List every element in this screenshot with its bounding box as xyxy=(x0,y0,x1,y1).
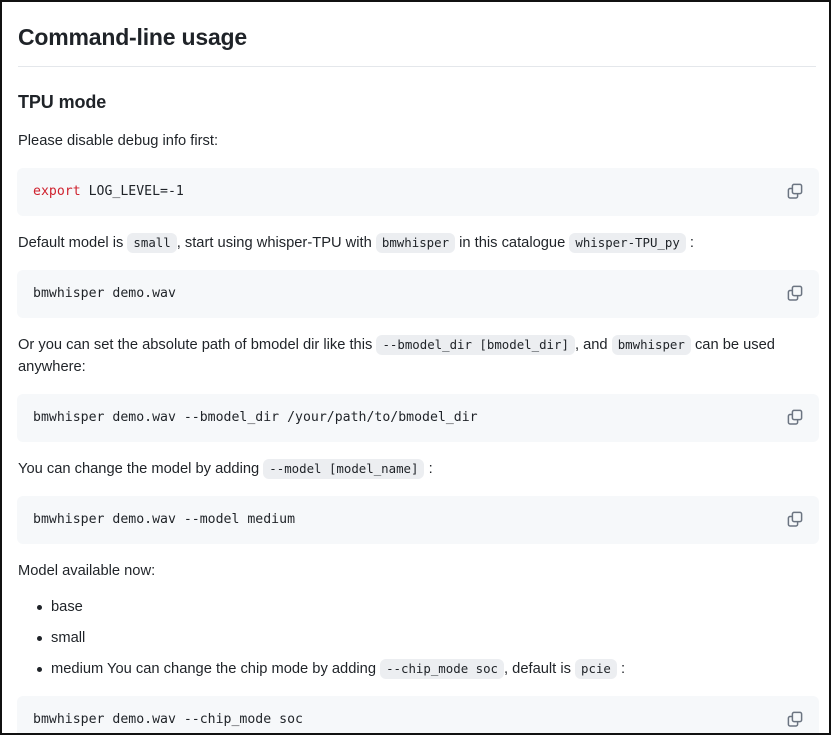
code-keyword: export xyxy=(33,184,81,199)
list-item: medium You can change the chip mode by a… xyxy=(37,658,816,680)
code-rest: LOG_LEVEL=-1 xyxy=(80,184,184,199)
code-text: bmwhisper demo.wav xyxy=(33,284,773,304)
copy-icon xyxy=(787,183,803,199)
copy-icon xyxy=(787,409,803,425)
copy-icon xyxy=(787,511,803,527)
copy-button[interactable] xyxy=(782,404,808,430)
code-block-bmwhisper-model-medium: bmwhisper demo.wav --model medium xyxy=(17,496,819,544)
paragraph-text: Please disable debug info first: xyxy=(18,133,219,149)
list-item-label-b: , default is xyxy=(504,661,571,677)
paragraph-change-model: You can change the model by adding --mod… xyxy=(18,458,808,480)
document-page: Command-line usage TPU mode Please disab… xyxy=(0,0,831,735)
code-rest: bmwhisper demo.wav --chip_mode soc xyxy=(33,712,303,727)
document-content: Command-line usage TPU mode Please disab… xyxy=(2,2,829,733)
code-text: bmwhisper demo.wav --chip_mode soc xyxy=(33,710,773,730)
code-rest: bmwhisper demo.wav --bmodel_dir /your/pa… xyxy=(33,410,478,425)
paragraph-text-c: in this catalogue xyxy=(459,235,566,251)
copy-icon xyxy=(787,711,803,727)
paragraph-default-model: Default model is small, start using whis… xyxy=(18,232,808,254)
code-text: bmwhisper demo.wav --model medium xyxy=(33,510,773,530)
copy-button[interactable] xyxy=(782,706,808,732)
inline-code-whisper-tpu-py: whisper-TPU_py xyxy=(569,233,686,253)
inline-code-bmodel-dir: --bmodel_dir [bmodel_dir] xyxy=(376,335,575,355)
code-block-bmwhisper-bmodel-dir: bmwhisper demo.wav --bmodel_dir /your/pa… xyxy=(17,394,819,442)
copy-button[interactable] xyxy=(782,178,808,204)
code-rest: bmwhisper demo.wav --model medium xyxy=(33,512,296,527)
paragraph-absolute-path: Or you can set the absolute path of bmod… xyxy=(18,334,808,378)
code-text: bmwhisper demo.wav --bmodel_dir /your/pa… xyxy=(33,408,773,428)
paragraph-text-b: , and xyxy=(574,337,608,353)
paragraph-text-a: Or you can set the absolute path of bmod… xyxy=(18,337,373,353)
list-item-label: small xyxy=(51,630,86,646)
list-item: base xyxy=(37,596,816,618)
paragraph-text-b: , start using whisper-TPU with xyxy=(176,235,372,251)
paragraph-disable-debug: Please disable debug info first: xyxy=(18,130,808,152)
inline-code-bmwhisper: bmwhisper xyxy=(375,233,456,253)
inline-code-bmwhisper: bmwhisper xyxy=(611,335,691,355)
code-text: export LOG_LEVEL=-1 xyxy=(33,182,773,202)
copy-button[interactable] xyxy=(782,280,808,306)
copy-button[interactable] xyxy=(782,506,808,532)
inline-code-chip-mode-soc: --chip_mode soc xyxy=(380,659,504,679)
inline-code-model-name: --model [model_name] xyxy=(263,459,425,479)
paragraph-text-a: You can change the model by adding xyxy=(18,461,260,477)
paragraph-text-a: Default model is xyxy=(18,235,124,251)
list-item-label-c: : xyxy=(620,661,626,677)
paragraph-text-b: : xyxy=(428,461,433,477)
paragraph-text-d: : xyxy=(689,235,694,251)
paragraph-text: Model available now: xyxy=(18,563,156,579)
code-block-bmwhisper-chip-mode-soc: bmwhisper demo.wav --chip_mode soc xyxy=(17,696,819,733)
code-rest: bmwhisper demo.wav xyxy=(33,286,176,301)
model-list: base small medium You can change the chi… xyxy=(16,596,816,680)
inline-code-small: small xyxy=(127,233,177,253)
code-block-export-log-level: export LOG_LEVEL=-1 xyxy=(17,168,819,216)
paragraph-model-available: Model available now: xyxy=(18,560,808,582)
list-item-label-a: medium You can change the chip mode by a… xyxy=(51,661,376,677)
section-heading-tpu-mode: TPU mode xyxy=(18,92,107,112)
list-item: small xyxy=(37,627,816,649)
inline-code-pcie: pcie xyxy=(575,659,617,679)
page-title: Command-line usage xyxy=(18,22,816,67)
copy-icon xyxy=(787,285,803,301)
list-item-label: base xyxy=(51,599,83,615)
code-block-bmwhisper-demo: bmwhisper demo.wav xyxy=(17,270,819,318)
